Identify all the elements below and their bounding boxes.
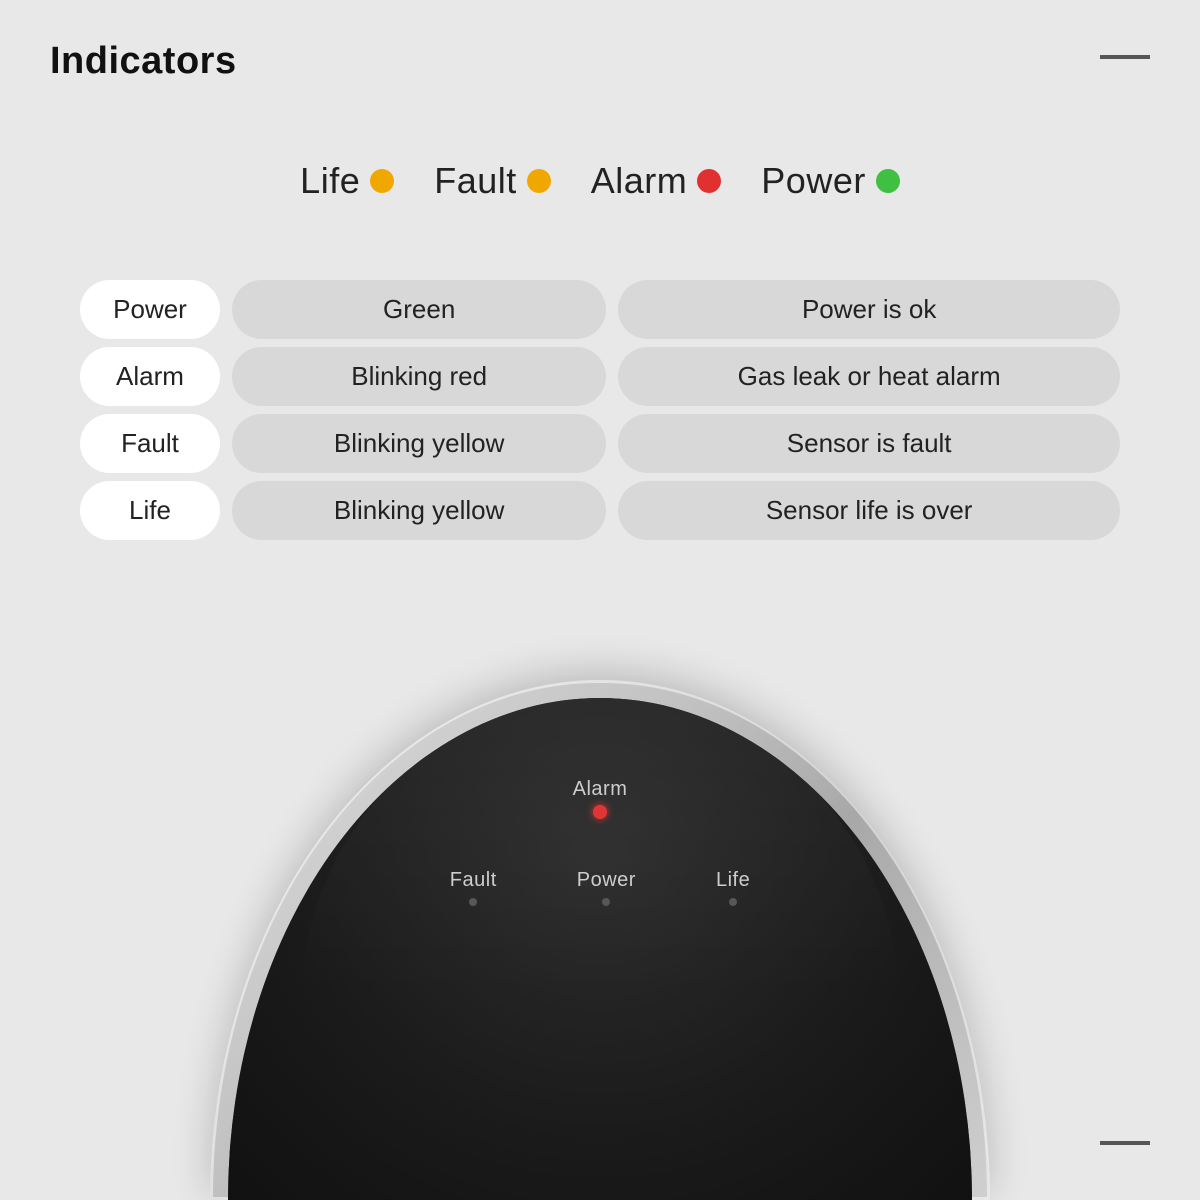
- legend-label-power: Power: [761, 160, 866, 202]
- device-power-dot: [602, 898, 610, 906]
- page-title: Indicators: [50, 40, 237, 83]
- table-row: Fault Blinking yellow Sensor is fault: [80, 414, 1120, 473]
- device-fault-indicator: Fault: [450, 869, 497, 906]
- legend-dot-power: [876, 169, 900, 193]
- legend-dot-fault: [527, 169, 551, 193]
- legend-item-fault: Fault: [434, 160, 551, 202]
- row-description-2: Sensor is fault: [618, 414, 1120, 473]
- device-power-label: Power: [577, 869, 636, 892]
- row-label-0: Power: [80, 280, 220, 339]
- legend-label-alarm: Alarm: [591, 160, 688, 202]
- device-fault-label: Fault: [450, 869, 497, 892]
- corner-decoration-tr: [1100, 55, 1150, 59]
- device-alarm-label: Alarm: [573, 778, 628, 801]
- device-bottom-indicators: Fault Power Life: [450, 869, 750, 906]
- device-illustration: Alarm Fault Power Life: [0, 620, 1200, 1200]
- device-outer-ring: Alarm Fault Power Life: [210, 680, 990, 1200]
- legend-label-life: Life: [300, 160, 360, 202]
- row-label-1: Alarm: [80, 347, 220, 406]
- row-indicator-0: Green: [232, 280, 606, 339]
- device-life-label: Life: [716, 869, 750, 892]
- device-alarm-dot: [593, 805, 607, 819]
- device-power-indicator: Power: [577, 869, 636, 906]
- table-row: Power Green Power is ok: [80, 280, 1120, 339]
- row-description-1: Gas leak or heat alarm: [618, 347, 1120, 406]
- row-indicator-1: Blinking red: [232, 347, 606, 406]
- row-indicator-2: Blinking yellow: [232, 414, 606, 473]
- legend-item-alarm: Alarm: [591, 160, 722, 202]
- indicators-table: Power Green Power is ok Alarm Blinking r…: [80, 280, 1120, 548]
- legend-label-fault: Fault: [434, 160, 517, 202]
- legend-item-power: Power: [761, 160, 900, 202]
- device-alarm-indicator: Alarm: [573, 778, 628, 819]
- device-face: Alarm Fault Power Life: [228, 698, 972, 1200]
- legend-dot-alarm: [697, 169, 721, 193]
- legend-item-life: Life: [300, 160, 394, 202]
- device-life-dot: [729, 898, 737, 906]
- row-indicator-3: Blinking yellow: [232, 481, 606, 540]
- device-fault-dot: [469, 898, 477, 906]
- row-label-3: Life: [80, 481, 220, 540]
- table-row: Alarm Blinking red Gas leak or heat alar…: [80, 347, 1120, 406]
- legend-row: Life Fault Alarm Power: [0, 160, 1200, 202]
- row-description-3: Sensor life is over: [618, 481, 1120, 540]
- row-label-2: Fault: [80, 414, 220, 473]
- legend-dot-life: [370, 169, 394, 193]
- row-description-0: Power is ok: [618, 280, 1120, 339]
- table-row: Life Blinking yellow Sensor life is over: [80, 481, 1120, 540]
- device-life-indicator: Life: [716, 869, 750, 906]
